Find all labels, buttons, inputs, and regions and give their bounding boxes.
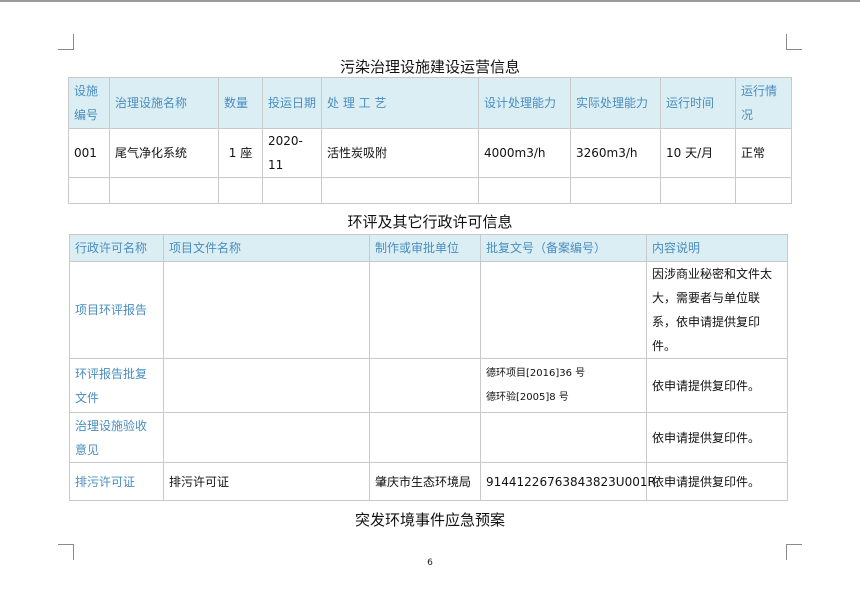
cell-description: 依申请提供复印件。 xyxy=(646,358,788,413)
header-facility-name: 治理设施名称 xyxy=(109,77,219,129)
header-facility-code: 设施编号 xyxy=(68,77,110,129)
cell-run-time: 10 天/月 xyxy=(660,128,736,178)
cell-qty: 1 座 xyxy=(218,128,263,178)
table-row: 环评报告批复文件 德环项目[2016]36 号 德环验[2005]8 号 依申请… xyxy=(69,358,788,413)
table-row: 治理设施验收意见 依申请提供复印件。 xyxy=(69,412,788,463)
table-row: 项目环评报告 因涉商业秘密和文件太大，需要者与单位联系，依申请提供复印件。 xyxy=(69,261,788,359)
cell-name: 尾气净化系统 xyxy=(109,128,219,178)
cell-document-name xyxy=(163,358,370,413)
header-process: 处 理 工 艺 xyxy=(321,77,479,129)
cell-approval-number xyxy=(480,412,647,463)
cell-actual-capacity: 3260m3/h xyxy=(570,128,661,178)
cell-document-name xyxy=(163,412,370,463)
cell-process: 活性炭吸附 xyxy=(321,128,479,178)
cell-description: 依申请提供复印件。 xyxy=(646,462,788,501)
cell-permit-name: 排污许可证 xyxy=(69,462,164,501)
header-approval-number: 批复文号（备案编号） xyxy=(480,234,647,262)
header-permit-name: 行政许可名称 xyxy=(69,234,164,262)
approval-number-line-1: 德环项目[2016]36 号 xyxy=(486,367,586,379)
cell-approving-unit: 肇庆市生态环境局 xyxy=(369,462,481,501)
cell-document-name: 排污许可证 xyxy=(163,462,370,501)
cell-approval-number: 91441226763843823U001R xyxy=(480,462,656,501)
table-header-row: 行政许可名称 项目文件名称 制作或审批单位 批复文号（备案编号） 内容说明 xyxy=(69,234,788,262)
table-header-row: 设施编号 治理设施名称 数量 投运日期 处 理 工 艺 设计处理能力 实际处理能… xyxy=(68,77,792,129)
permits-table: 行政许可名称 项目文件名称 制作或审批单位 批复文号（备案编号） 内容说明 项目… xyxy=(69,234,788,501)
cell-permit-name: 治理设施验收意见 xyxy=(69,412,164,463)
section-title-permits: 环评及其它行政许可信息 xyxy=(347,213,513,231)
header-status: 运行情况 xyxy=(735,77,792,129)
facility-operations-table: 设施编号 治理设施名称 数量 投运日期 处 理 工 艺 设计处理能力 实际处理能… xyxy=(68,77,792,204)
cell-permit-name: 环评报告批复文件 xyxy=(69,358,164,413)
cell-date: 2020-11 xyxy=(262,128,322,178)
header-document-name: 项目文件名称 xyxy=(163,234,370,262)
header-actual-capacity: 实际处理能力 xyxy=(570,77,661,129)
cell-document-name xyxy=(163,261,370,359)
table-row: 001 尾气净化系统 1 座 2020-11 活性炭吸附 4000m3/h 32… xyxy=(68,128,792,178)
cell-approving-unit xyxy=(369,358,481,413)
section-title-operations: 污染治理设施建设运营信息 xyxy=(339,58,520,76)
header-design-capacity: 设计处理能力 xyxy=(478,77,571,129)
section-title-emergency-plan: 突发环境事件应急预案 xyxy=(354,511,505,529)
cell-permit-name: 项目环评报告 xyxy=(69,261,164,359)
cell-approval-number: 德环项目[2016]36 号 德环验[2005]8 号 xyxy=(480,358,647,413)
cell-design-capacity: 4000m3/h xyxy=(478,128,571,178)
crop-mark-top-left xyxy=(58,34,74,50)
header-description: 内容说明 xyxy=(646,234,788,262)
table-row-empty xyxy=(68,177,792,204)
page-number: 6 xyxy=(427,558,433,568)
cell-approving-unit xyxy=(369,412,481,463)
header-approving-unit: 制作或审批单位 xyxy=(369,234,481,262)
cell-approval-number xyxy=(480,261,647,359)
cell-status: 正常 xyxy=(735,128,792,178)
header-quantity: 数量 xyxy=(218,77,263,129)
header-run-time: 运行时间 xyxy=(660,77,736,129)
crop-mark-top-right xyxy=(786,34,802,50)
cell-description: 依申请提供复印件。 xyxy=(646,412,788,463)
cell-approving-unit xyxy=(369,261,481,359)
table-row: 排污许可证 排污许可证 肇庆市生态环境局 91441226763843823U0… xyxy=(69,462,788,501)
approval-number-line-2: 德环验[2005]8 号 xyxy=(486,391,569,403)
cell-description: 因涉商业秘密和文件太大，需要者与单位联系，依申请提供复印件。 xyxy=(646,261,788,359)
header-start-date: 投运日期 xyxy=(262,77,322,129)
page-top-border xyxy=(0,0,860,2)
cell-code: 001 xyxy=(68,128,110,178)
